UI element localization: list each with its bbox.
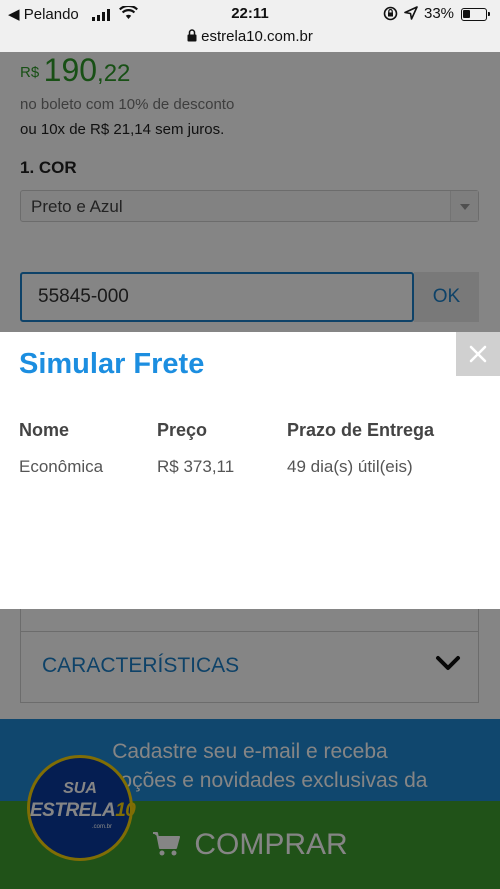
shipping-option-name: Econômica [19,457,104,476]
close-icon [469,345,487,363]
modal-title: Simular Frete [19,348,205,380]
status-bar: ◀ Pelando 22:11 33% estrela10.com.br [0,0,500,52]
location-icon [404,6,418,20]
rotation-lock-icon [383,6,398,21]
column-header-name: Nome [19,420,70,440]
column-header-price: Preço [157,420,208,440]
shipping-simulation-modal: Simular Frete Nome Preço Prazo de Entreg… [0,332,500,609]
address-bar[interactable]: estrela10.com.br [0,28,500,45]
battery-percent: 33% [424,5,455,22]
battery-icon [461,8,490,21]
padlock-icon [187,29,197,42]
column-header-delivery: Prazo de Entrega [287,420,435,440]
shipping-option-price: R$ 373,11 [157,457,235,476]
close-button[interactable] [456,332,500,376]
shipping-option-delivery: 49 dia(s) útil(eis) [287,457,413,476]
url-text: estrela10.com.br [201,28,313,45]
